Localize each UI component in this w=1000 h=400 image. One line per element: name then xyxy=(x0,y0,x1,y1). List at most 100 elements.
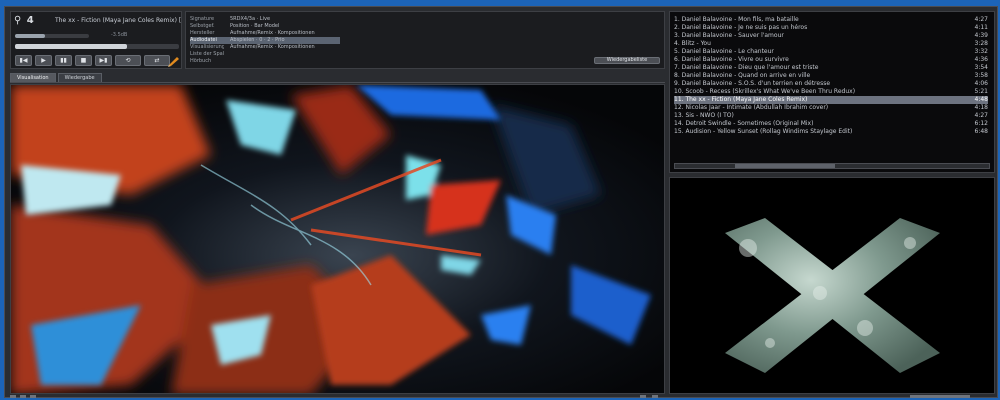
repeat-icon[interactable]: ⟲ xyxy=(115,55,141,66)
info-row-value: Abspielen · 0 · 2 · Prio xyxy=(230,37,285,43)
playlist-item-duration: 4:39 xyxy=(974,32,988,39)
info-row-key: Liste der Spalten xyxy=(190,51,224,57)
info-row-key: Signature xyxy=(190,16,215,22)
album-art-graphic xyxy=(670,178,994,393)
stop-icon[interactable]: ■ xyxy=(75,55,92,66)
playlist-item-duration: 4:27 xyxy=(974,16,988,23)
info-row[interactable]: Liste der Spalten xyxy=(190,51,340,58)
playlist-item[interactable]: 9. Daniel Balavoine - S.O.S. d'un terrie… xyxy=(674,80,988,88)
playlist-item-duration: 6:48 xyxy=(974,128,988,135)
playlist-item-duration: 4:11 xyxy=(974,24,988,31)
playlist-item-duration: 3:32 xyxy=(974,48,988,55)
pencil-icon[interactable] xyxy=(167,55,181,67)
playlist-item[interactable]: 2. Daniel Balavoine - Je ne suis pas un … xyxy=(674,24,988,32)
playlist-item[interactable]: 14. Detroit Swindle - Sometimes (Origina… xyxy=(674,120,988,128)
info-row-value: Aufnahme/Remix · Kompositionen xyxy=(230,30,315,36)
playlist-item-title: 4. Blitz - You xyxy=(674,40,711,47)
playlist-item-title: 8. Daniel Balavoine - Quand on arrive en… xyxy=(674,72,811,79)
playlist-item-title: 12. Nicolas Jaar - Intimate (Abdullah Ib… xyxy=(674,104,829,111)
seek-bar[interactable] xyxy=(15,44,179,49)
playlist-item[interactable]: 3. Daniel Balavoine - Sauver l'amour 4:39 xyxy=(674,32,988,40)
playlist-toggle-button[interactable]: Wiedergabeliste xyxy=(594,57,660,64)
playlist-item[interactable]: 5. Daniel Balavoine - Le chanteur 3:32 xyxy=(674,48,988,56)
volume-slider[interactable] xyxy=(15,34,89,38)
playlist-item-title: 5. Daniel Balavoine - Le chanteur xyxy=(674,48,774,55)
next-icon[interactable]: ▶▮ xyxy=(95,55,112,66)
status-icon-b[interactable] xyxy=(20,395,26,398)
tab-wiedergabe[interactable]: Wiedergabe xyxy=(57,73,102,82)
now-playing-title: The xx - Fiction (Maya Jane Coles Remix)… xyxy=(55,17,181,24)
status-icon-e[interactable] xyxy=(652,395,658,398)
info-row-value xyxy=(230,51,330,58)
volume-slider-fill xyxy=(15,34,45,38)
volume-caption: -3.5dB xyxy=(111,32,128,38)
playlist-item-title: 6. Daniel Balavoine - Vivre ou survivre xyxy=(674,56,789,63)
track-info-panel: Signature 5RDX4/3a · Live Selbstgef. Positi… xyxy=(185,11,665,69)
visualization-area xyxy=(10,84,665,394)
playlist-item-duration: 4:36 xyxy=(974,56,988,63)
playlist-item[interactable]: 1. Daniel Balavoine - Mon fils, ma batai… xyxy=(674,16,988,24)
info-row-key: Hörbuch xyxy=(190,58,212,64)
info-row[interactable]: Audiodatei Abspielen · 0 · 2 · Prio xyxy=(190,37,340,44)
status-icon-c[interactable] xyxy=(30,395,36,398)
playlist-item-duration: 3:58 xyxy=(974,72,988,79)
player-panel: ⚲ 4 The xx - Fiction (Maya Jane Coles Re… xyxy=(10,11,182,69)
info-row[interactable]: Selbstgef. Position · Bar Model xyxy=(190,23,340,30)
playlist-scrollbar[interactable] xyxy=(674,163,990,169)
playlist-item[interactable]: 4. Blitz - You 3:28 xyxy=(674,40,988,48)
playlist-item-duration: 5:21 xyxy=(974,88,988,95)
pause-icon[interactable]: ▮▮ xyxy=(55,55,72,66)
playlist-item-title: 15. Audision - Yellow Sunset (Rollag Win… xyxy=(674,128,853,135)
playlist-item[interactable]: 7. Daniel Balavoine - Dieu que l'amour e… xyxy=(674,64,988,72)
playlist-item-title: 10. Scoob - Recess (Skrillex's What We'v… xyxy=(674,88,856,95)
info-row-value: 5RDX4/3a · Live xyxy=(230,16,271,22)
visualization-graphic xyxy=(11,85,664,393)
info-row-key: Selbstgef. xyxy=(190,23,215,29)
playlist-item-duration: 4:06 xyxy=(974,80,988,87)
playlist-item[interactable]: 8. Daniel Balavoine - Quand on arrive en… xyxy=(674,72,988,80)
playlist-item-duration: 4:48 xyxy=(974,96,988,103)
info-row-value xyxy=(230,58,330,65)
info-row-value: Aufnahme/Remix · Kompositionen xyxy=(230,44,315,50)
view-tabs: Visualisation Wiedergabe xyxy=(10,73,665,83)
playlist-item[interactable]: 13. Sis - NWO (I TO) 4:27 xyxy=(674,112,988,120)
status-icon-d[interactable] xyxy=(640,395,646,398)
media-player-window: ⚲ 4 The xx - Fiction (Maya Jane Coles Re… xyxy=(4,6,998,398)
playlist-item-title: 3. Daniel Balavoine - Sauver l'amour xyxy=(674,32,784,39)
playlist-item[interactable]: 10. Scoob - Recess (Skrillex's What We'v… xyxy=(674,88,988,96)
playlist-item-title: 14. Detroit Swindle - Sometimes (Origina… xyxy=(674,120,814,127)
album-art xyxy=(669,177,995,394)
app-logo: ⚲ 4 xyxy=(14,15,35,26)
info-row-key: Audiodatei xyxy=(190,37,217,43)
playlist-item-duration: 4:18 xyxy=(974,104,988,111)
transport-controls: ▮◀ ▶ ▮▮ ■ ▶▮ ⟲ ⇄ xyxy=(15,55,179,67)
info-row[interactable]: Hersteller Aufnahme/Remix · Kompositionen xyxy=(190,30,340,37)
playlist-item-duration: 3:28 xyxy=(974,40,988,47)
play-icon[interactable]: ▶ xyxy=(35,55,52,66)
info-row-value: Position · Bar Model xyxy=(230,23,280,29)
playlist-item[interactable]: 6. Daniel Balavoine - Vivre ou survivre 4… xyxy=(674,56,988,64)
seek-bar-fill xyxy=(15,44,127,49)
playlist-item[interactable]: 15. Audision - Yellow Sunset (Rollag Win… xyxy=(674,128,988,136)
playlist-item-duration: 6:12 xyxy=(974,120,988,127)
playlist-item-title: 2. Daniel Balavoine - Je ne suis pas un … xyxy=(674,24,808,31)
playlist-item-title: 1. Daniel Balavoine - Mon fils, ma batai… xyxy=(674,16,799,23)
playlist-item-title: 13. Sis - NWO (I TO) xyxy=(674,112,734,119)
playlist-item-title: 7. Daniel Balavoine - Dieu que l'amour e… xyxy=(674,64,819,71)
playlist-scroll-thumb[interactable] xyxy=(735,164,835,168)
playlist-item-title: 11. The xx - Fiction (Maya Jane Coles Re… xyxy=(674,96,808,103)
status-icon-f[interactable] xyxy=(910,395,970,398)
playlist-item[interactable]: 12. Nicolas Jaar - Intimate (Abdullah Ib… xyxy=(674,104,988,112)
status-icon-a[interactable] xyxy=(10,395,16,398)
info-row-key: Hersteller xyxy=(190,30,215,36)
info-row[interactable]: Signature 5RDX4/3a · Live xyxy=(190,16,340,23)
playlist-item[interactable]: 11. The xx - Fiction (Maya Jane Coles Re… xyxy=(674,96,988,104)
status-strip xyxy=(10,395,994,398)
info-row[interactable]: Hörbuch xyxy=(190,58,340,65)
tab-visualisation[interactable]: Visualisation xyxy=(10,73,56,82)
prev-icon[interactable]: ▮◀ xyxy=(15,55,32,66)
info-row[interactable]: Visualisierung Aufnahme/Remix · Kompositi… xyxy=(190,44,340,51)
playlist-item-duration: 4:27 xyxy=(974,112,988,119)
info-row-key: Visualisierung xyxy=(190,44,224,50)
playlist-item-title: 9. Daniel Balavoine - S.O.S. d'un terrie… xyxy=(674,80,831,87)
